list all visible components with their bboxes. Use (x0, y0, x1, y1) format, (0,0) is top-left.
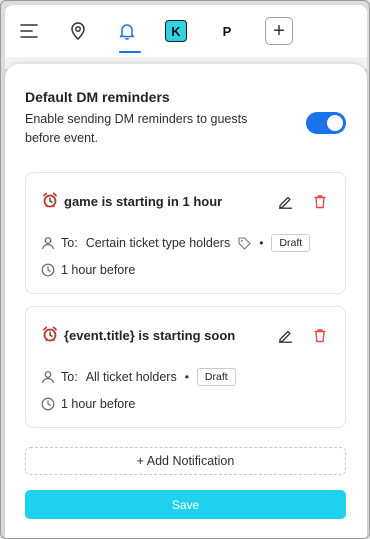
reminders-panel: Default DM reminders Enable sending DM r… (5, 64, 367, 538)
notifications-button[interactable] (111, 15, 143, 47)
recipients-text: Certain ticket type holders (85, 236, 231, 250)
app-window: K P + Default DM reminders Enable sendin… (0, 0, 370, 539)
tag-icon (238, 236, 251, 250)
timing-text: 1 hour before (61, 397, 136, 411)
edit-icon[interactable] (278, 328, 293, 348)
timing-row: 1 hour before (41, 263, 135, 277)
plus-icon: + (265, 17, 293, 45)
workspace-k-button[interactable]: K (160, 15, 192, 47)
reminder-title: {event.title} is starting soon (42, 326, 235, 345)
dm-reminders-toggle[interactable] (306, 112, 346, 134)
add-workspace-button[interactable]: + (263, 15, 295, 47)
top-nav-bar: K P + (5, 5, 367, 57)
edit-icon[interactable] (278, 194, 293, 214)
to-label: To: (61, 370, 78, 384)
card-actions (278, 328, 327, 348)
reminder-card: game is starting in 1 hour To: Certain t… (25, 172, 346, 294)
timing-row: 1 hour before (41, 397, 135, 411)
card-actions (278, 194, 327, 214)
recipients-row: To: Certain ticket type holders • Draft (41, 234, 311, 252)
section-title: Default DM reminders (25, 89, 170, 105)
recipients-row: To: All ticket holders • Draft (41, 368, 236, 386)
delete-icon[interactable] (313, 328, 327, 348)
alarm-clock-icon (42, 326, 58, 345)
user-icon (41, 236, 55, 250)
reminder-title: game is starting in 1 hour (42, 192, 222, 211)
menu-button[interactable] (13, 15, 45, 47)
separator-dot: • (259, 236, 264, 250)
toggle-knob (327, 115, 343, 131)
location-pin-icon (70, 22, 86, 40)
workspace-k-badge: K (165, 20, 187, 42)
clock-icon (41, 263, 55, 277)
location-button[interactable] (62, 15, 94, 47)
clock-icon (41, 397, 55, 411)
workspace-p-button[interactable]: P (211, 15, 243, 47)
separator-dot: • (184, 370, 189, 384)
add-notification-button[interactable]: + Add Notification (25, 447, 346, 475)
user-icon (41, 370, 55, 384)
reminder-title-text: {event.title} is starting soon (64, 328, 236, 343)
status-badge: Draft (271, 234, 311, 252)
section-description: Enable sending DM reminders to guests be… (25, 112, 248, 145)
status-badge: Draft (196, 368, 236, 386)
to-label: To: (61, 236, 78, 250)
save-button[interactable]: Save (25, 490, 346, 519)
delete-icon[interactable] (313, 194, 327, 214)
reminder-card: {event.title} is starting soon To: All t… (25, 306, 346, 428)
reminder-title-text: game is starting in 1 hour (64, 194, 223, 209)
alarm-clock-icon (42, 192, 58, 211)
workspace-p-label: P (222, 23, 232, 39)
menu-icon (20, 24, 38, 38)
recipients-text: All ticket holders (85, 370, 177, 384)
active-tab-indicator (119, 51, 141, 53)
bell-icon (119, 22, 135, 40)
timing-text: 1 hour before (61, 263, 136, 277)
